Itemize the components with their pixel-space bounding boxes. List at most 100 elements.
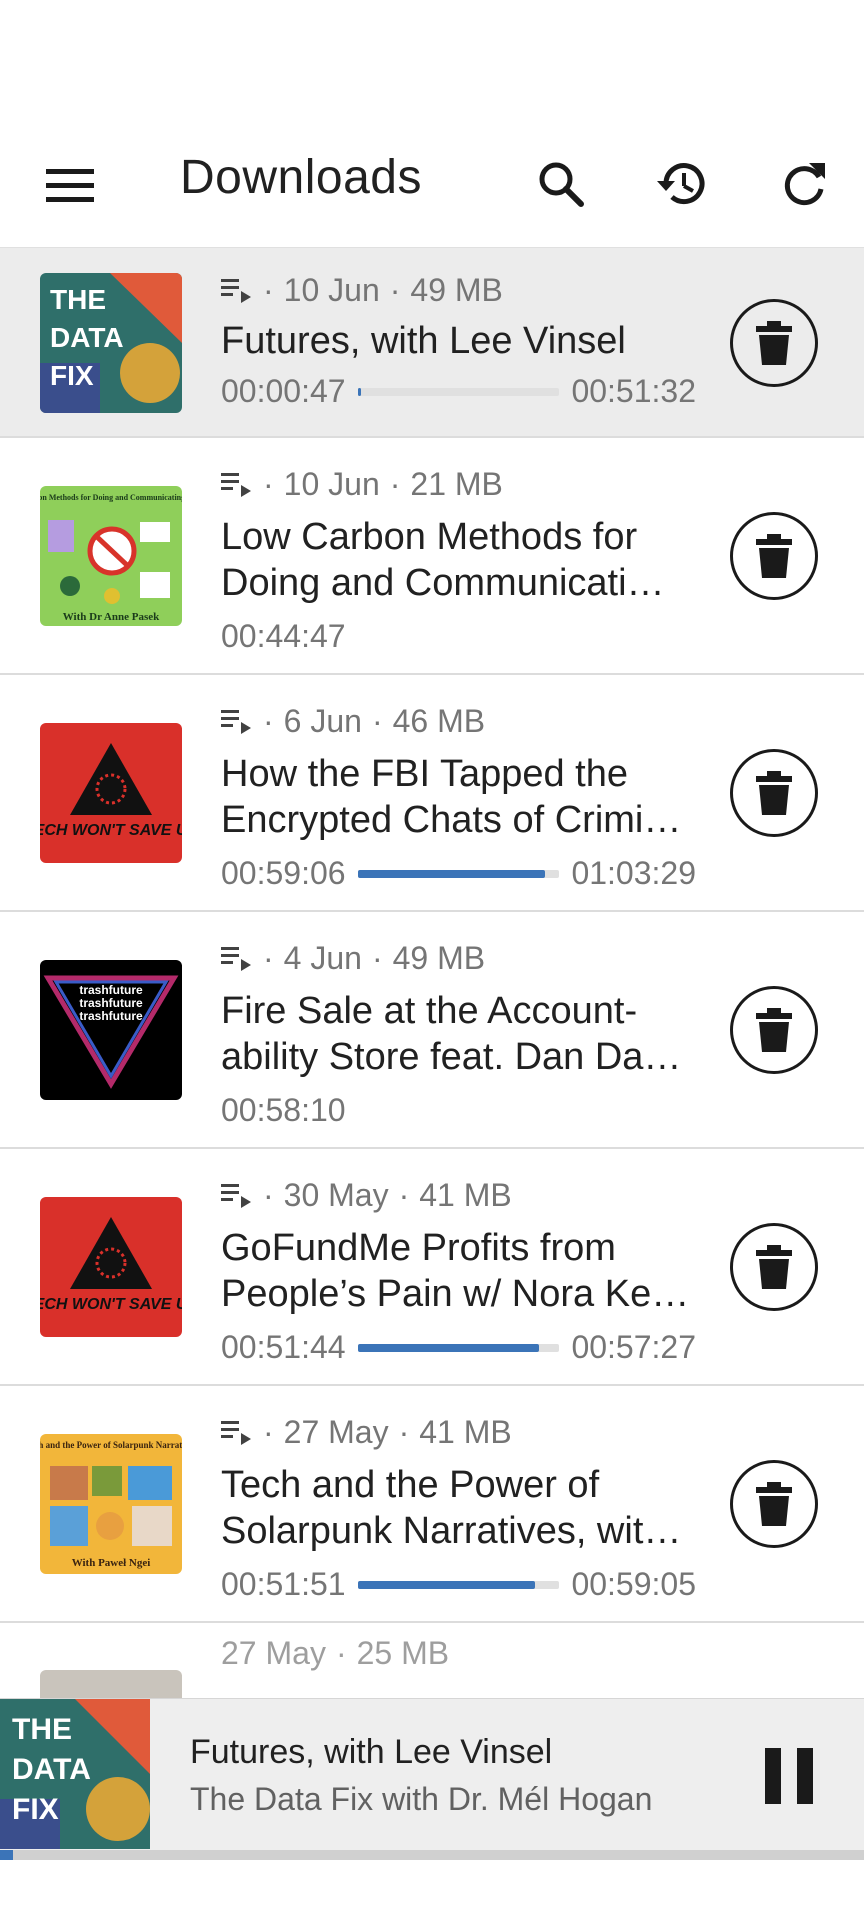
progress-fill	[357, 1580, 536, 1589]
progress-bar	[357, 387, 560, 396]
episode-title: Low Carbon Methods for Doing and Communi…	[221, 516, 665, 604]
trash-icon	[756, 534, 792, 578]
page-title: Downloads	[180, 151, 422, 204]
app-bar: Downloads	[0, 120, 864, 248]
episode-date: 4 Jun	[283, 940, 362, 976]
episode-duration: 00:44:47	[221, 618, 346, 654]
playlist-play-icon	[221, 946, 251, 971]
progress-bar	[357, 869, 560, 878]
list-item[interactable]: trashfuture trashfuture trashfuture · 4 …	[0, 912, 864, 1149]
episode-meta: · 4 Jun · 49 MB	[221, 940, 485, 977]
episode-position: 00:00:47	[221, 373, 346, 409]
progress-bar	[357, 1343, 560, 1352]
artwork-text: TECH WON'T SAVE US	[40, 822, 182, 839]
episode-size: 49 MB	[392, 940, 486, 976]
artwork-text: TECH WON'T SAVE US	[40, 1296, 182, 1313]
separator: ·	[263, 466, 274, 502]
separator: ·	[263, 940, 274, 976]
separator: ·	[263, 1177, 274, 1213]
episode-duration: 00:59:05	[571, 1566, 696, 1602]
episode-artwork: TECH WON'T SAVE US	[40, 723, 182, 863]
artwork-text: With Dr Anne Pasek	[63, 611, 160, 623]
episode-position: 00:59:06	[221, 855, 346, 891]
artwork-text: trashfuture	[79, 1009, 143, 1023]
separator: ·	[389, 272, 401, 308]
pause-button[interactable]	[754, 1741, 824, 1811]
delete-button[interactable]	[730, 1460, 818, 1548]
episode-position: 00:51:44	[221, 1329, 346, 1365]
episode-progress: 00:58:10	[221, 1092, 696, 1129]
episode-size: 21 MB	[410, 466, 503, 502]
list-item[interactable]: Tech and the Power of Solarpunk Narrativ…	[0, 1386, 864, 1623]
player-episode-title: Futures, with Lee Vinsel	[190, 1733, 553, 1771]
player-podcast-name: The Data Fix with Dr. Mél Hogan	[190, 1781, 653, 1817]
episode-progress: 00:51:51 00:59:05	[221, 1566, 696, 1603]
playlist-play-icon	[221, 472, 251, 497]
episode-title: Tech and the Power of Solarpunk Narrativ…	[221, 1464, 682, 1552]
episode-date: 27 May	[221, 1635, 326, 1671]
delete-button[interactable]	[730, 1223, 818, 1311]
list-item[interactable]: TECH WON'T SAVE US · 6 Jun · 46 MB How t…	[0, 675, 864, 912]
episode-progress: 00:51:44 00:57:27	[221, 1329, 696, 1366]
artwork-text: DATA	[12, 1753, 91, 1786]
episode-size: 46 MB	[392, 703, 486, 739]
playlist-play-icon	[221, 278, 251, 303]
artwork-text: DATA	[50, 322, 124, 353]
refresh-icon[interactable]	[768, 148, 840, 220]
progress-fill	[357, 869, 546, 878]
trash-icon	[756, 1245, 792, 1289]
artwork-text: With Paweł Ngei	[72, 1557, 151, 1569]
progress-fill	[357, 387, 361, 396]
delete-button[interactable]	[730, 299, 818, 387]
separator: ·	[335, 1635, 347, 1671]
episode-duration: 00:51:32	[571, 373, 696, 409]
episode-size: 49 MB	[410, 272, 503, 308]
episode-duration: 00:57:27	[571, 1329, 696, 1365]
episode-duration: 01:03:29	[571, 855, 696, 891]
list-item[interactable]: THE DATA FIX · 10 Jun · 49 MB Futures, w…	[0, 248, 864, 438]
separator: ·	[263, 703, 274, 739]
episode-meta: 27 May · 25 MB	[221, 1635, 449, 1672]
artwork-text: trashfuture	[79, 996, 143, 1010]
episode-artwork: TECH WON'T SAVE US	[40, 1197, 182, 1337]
episode-artwork: Low Carbon Methods for Doing and Communi…	[40, 486, 182, 626]
episode-artwork: trashfuture trashfuture trashfuture	[40, 960, 182, 1100]
delete-button[interactable]	[730, 986, 818, 1074]
separator: ·	[263, 272, 274, 308]
history-icon[interactable]	[646, 148, 718, 220]
pause-icon	[765, 1748, 813, 1804]
mini-player[interactable]: THE DATA FIX Futures, with Lee Vinsel Th…	[0, 1698, 864, 1860]
episode-progress: 00:00:47 00:51:32	[221, 373, 696, 410]
episode-meta: · 10 Jun · 21 MB	[221, 466, 503, 503]
artwork-text: Tech and the Power of Solarpunk Narrativ…	[40, 1440, 182, 1450]
list-item[interactable]: TECH WON'T SAVE US · 30 May · 41 MB GoFu…	[0, 1149, 864, 1386]
episode-title: Futures, with Lee Vinsel	[221, 320, 626, 362]
playlist-play-icon	[221, 709, 251, 734]
episode-meta: · 6 Jun · 46 MB	[221, 703, 485, 740]
player-progress-bar[interactable]	[0, 1850, 864, 1860]
artwork-text: Low Carbon Methods for Doing and Communi…	[40, 493, 182, 502]
episode-title: How the FBI Tapped the Encrypted Chats o…	[221, 753, 682, 841]
artwork-text: FIX	[12, 1793, 59, 1826]
hamburger-icon[interactable]	[40, 160, 100, 210]
trash-icon	[756, 1008, 792, 1052]
episode-progress: 00:44:47	[221, 618, 696, 655]
artwork-text: FIX	[50, 360, 94, 391]
episode-meta: · 27 May · 41 MB	[221, 1414, 512, 1451]
separator: ·	[263, 1414, 274, 1450]
artwork-text: THE	[50, 284, 106, 315]
episode-title: GoFundMe Profits from People’s Pain w/ N…	[221, 1227, 690, 1315]
episode-date: 10 Jun	[283, 466, 380, 502]
episode-artwork: THE DATA FIX	[40, 273, 182, 413]
episode-date: 30 May	[283, 1177, 389, 1213]
episode-artwork: Tech and the Power of Solarpunk Narrativ…	[40, 1434, 182, 1574]
separator: ·	[371, 703, 383, 739]
delete-button[interactable]	[730, 749, 818, 837]
delete-button[interactable]	[730, 512, 818, 600]
separator: ·	[398, 1414, 410, 1450]
progress-bar	[357, 1580, 560, 1589]
list-item[interactable]: Low Carbon Methods for Doing and Communi…	[0, 438, 864, 675]
search-icon[interactable]	[525, 148, 597, 220]
list-item-partial[interactable]: 27 May · 25 MB	[0, 1625, 864, 1710]
artwork-text: THE	[12, 1713, 72, 1746]
